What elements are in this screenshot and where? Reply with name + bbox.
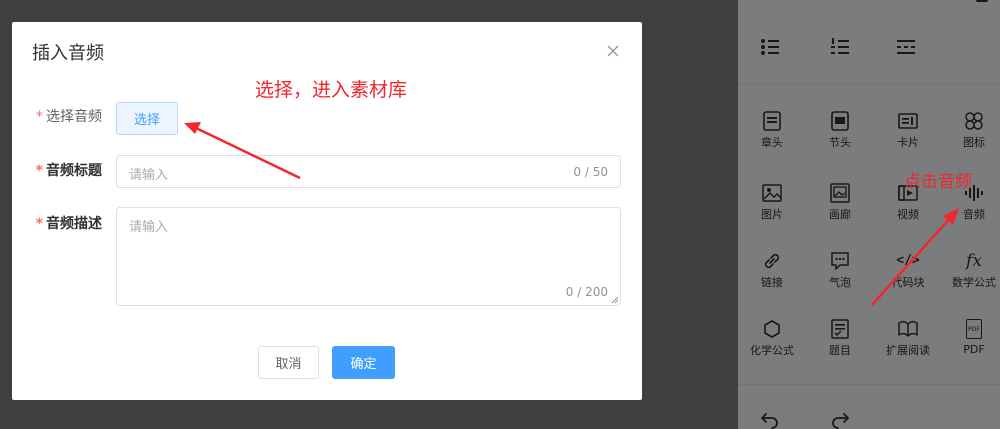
audio-title-label: * 音频标题 bbox=[12, 161, 102, 181]
audio-description-counter: 0 / 200 bbox=[565, 285, 608, 299]
audio-select-label-text: 选择音频 bbox=[46, 109, 102, 125]
required-mark: * bbox=[35, 163, 43, 179]
audio-select-label: * 选择音频 bbox=[12, 107, 102, 127]
resize-handle-icon[interactable] bbox=[611, 296, 619, 304]
click-audio-annotation: 点击音频 bbox=[904, 172, 972, 192]
choose-audio-button[interactable]: 选择 bbox=[116, 102, 178, 135]
audio-title-input[interactable]: 请输入 0 / 50 bbox=[116, 155, 621, 188]
required-mark: * bbox=[36, 109, 43, 125]
audio-description-label-text: 音频描述 bbox=[46, 216, 102, 232]
cancel-button[interactable]: 取消 bbox=[258, 346, 319, 379]
required-mark: * bbox=[35, 216, 43, 232]
confirm-button[interactable]: 确定 bbox=[332, 346, 395, 379]
audio-title-label-text: 音频标题 bbox=[46, 163, 102, 179]
audio-title-counter: 0 / 50 bbox=[573, 165, 608, 179]
close-icon[interactable] bbox=[606, 44, 620, 58]
audio-description-placeholder: 请输入 bbox=[129, 220, 169, 235]
audio-description-label: * 音频描述 bbox=[12, 214, 102, 234]
audio-description-textarea[interactable]: 请输入 0 / 200 bbox=[116, 207, 621, 306]
dialog-title: 插入音频 bbox=[32, 43, 104, 64]
audio-title-placeholder: 请输入 bbox=[129, 168, 169, 183]
choose-hint-annotation: 选择，进入素材库 bbox=[255, 79, 408, 101]
